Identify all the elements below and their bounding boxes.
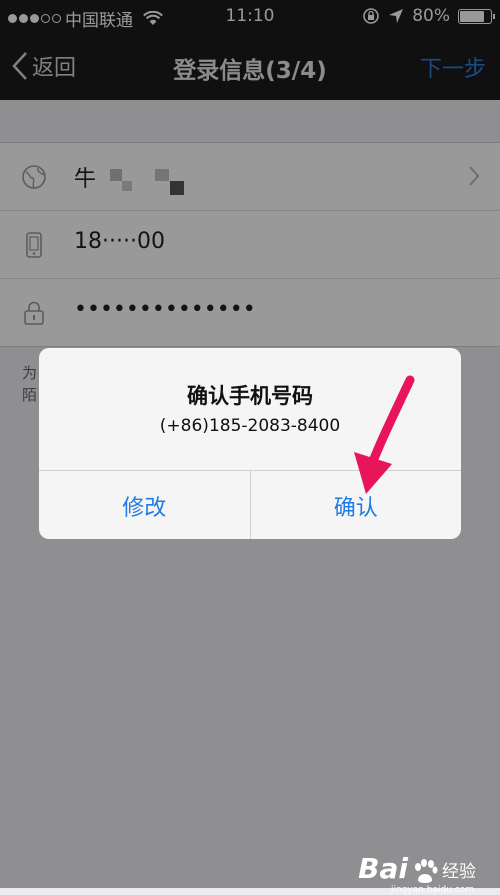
baidu-watermark: Bai 经验 jingyan.baidu.com xyxy=(358,852,476,895)
watermark-suffix: 经验 xyxy=(442,862,476,882)
annotation-arrow-icon xyxy=(354,375,415,494)
watermark-brand: Bai xyxy=(358,852,408,885)
watermark-url: jingyan.baidu.com xyxy=(390,885,474,895)
modify-button[interactable]: 修改 xyxy=(39,471,250,539)
paw-logo-icon xyxy=(415,859,438,883)
